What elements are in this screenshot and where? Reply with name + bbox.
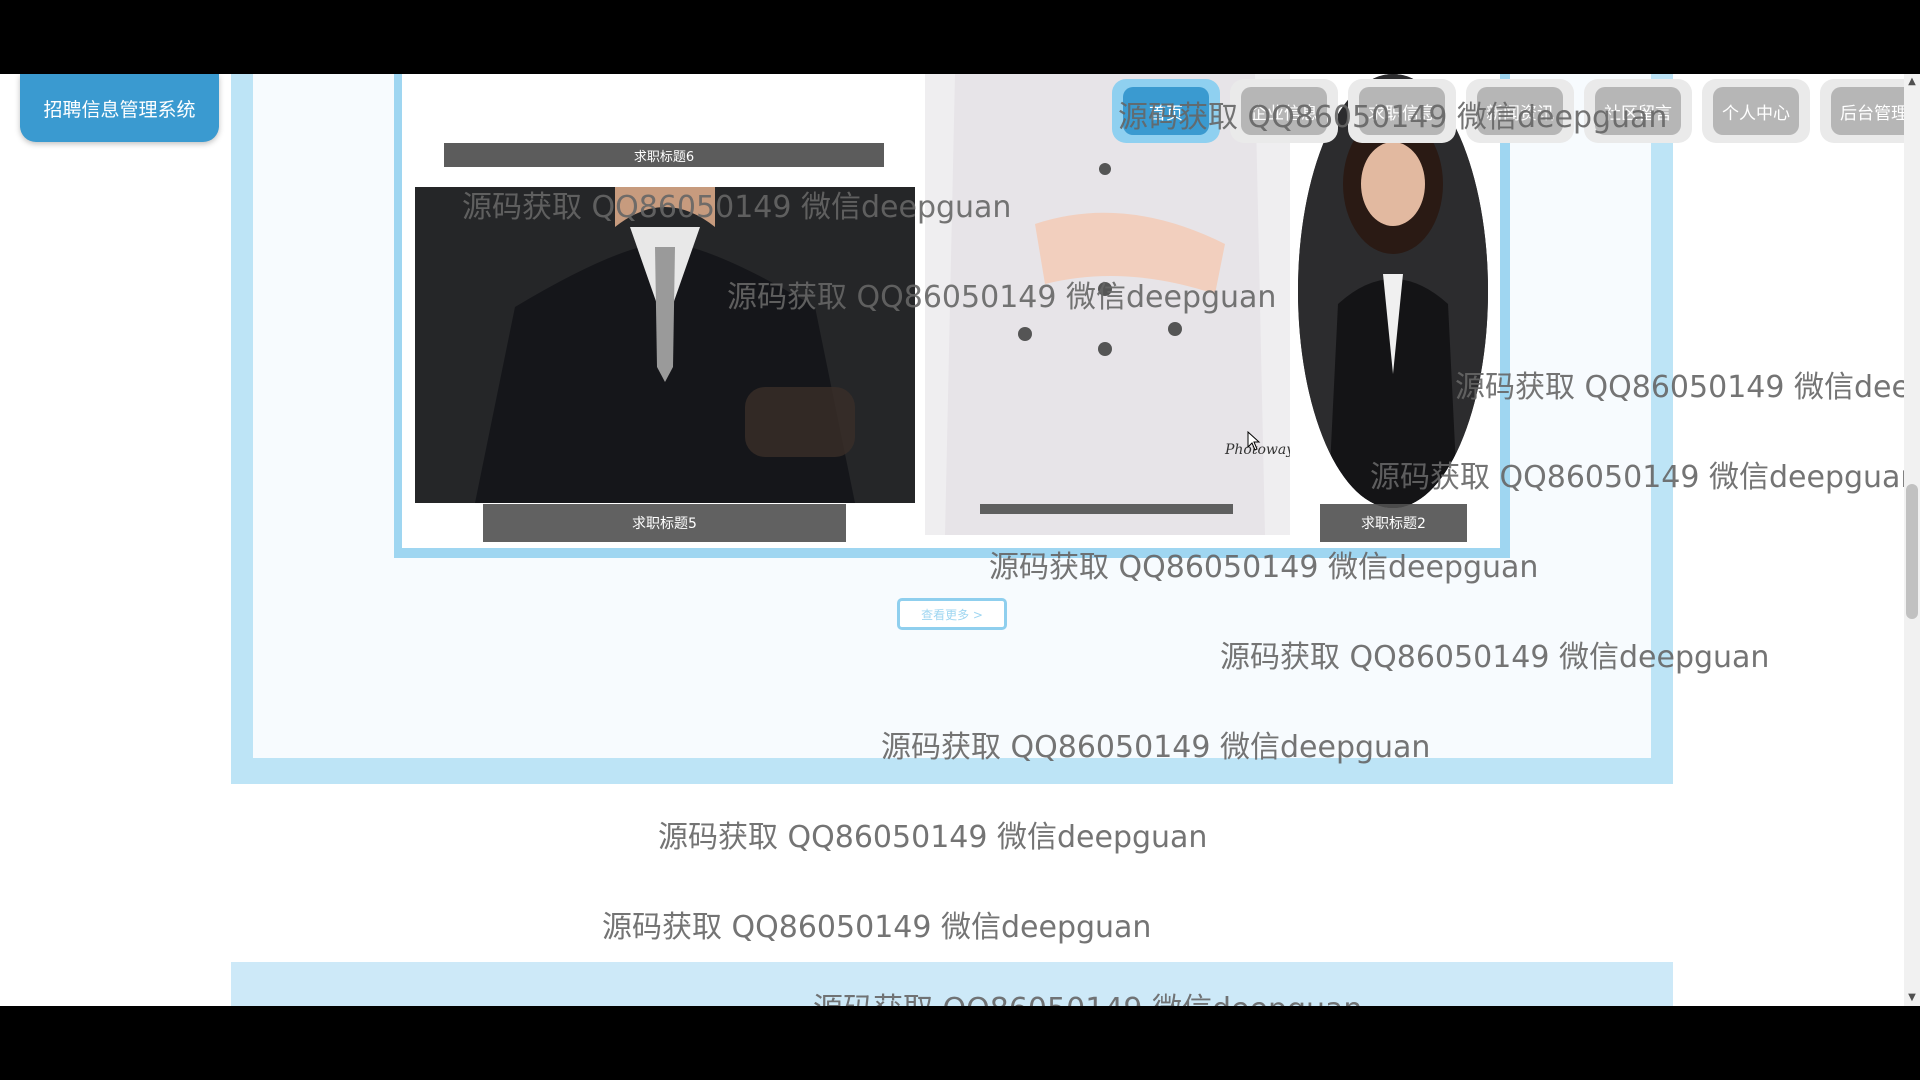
scroll-down-arrow-icon[interactable]: ▼ <box>1906 992 1918 1003</box>
view-more-button[interactable]: 查看更多 > <box>897 598 1007 630</box>
man-suit-image <box>415 187 915 503</box>
site-logo[interactable]: 招聘信息管理系统 <box>20 74 219 142</box>
scroll-up-arrow-icon[interactable]: ▲ <box>1906 76 1918 87</box>
card-title-bar[interactable] <box>980 504 1233 514</box>
watermark: 源码获取 QQ86050149 微信deepguan <box>602 910 1152 945</box>
scrollbar-thumb[interactable] <box>1906 484 1918 619</box>
card-title-6[interactable]: 求职标题6 <box>444 143 884 167</box>
card-title-2[interactable]: 求职标题2 <box>1320 504 1467 542</box>
watermark: 源码获取 QQ86050149 微信deepguan <box>1455 370 1920 405</box>
mouse-cursor-icon <box>1247 431 1261 451</box>
watermark: 源码获取 QQ86050149 微信deepguan <box>1118 100 1668 135</box>
watermark: 源码获取 QQ86050149 微信deepguan <box>1220 640 1770 675</box>
watermark: 源码获取 QQ86050149 微信deepguan <box>881 730 1431 765</box>
nav-label: 个人中心 <box>1713 87 1799 135</box>
watermark: 源码获取 QQ86050149 微信deepguan <box>462 190 1012 225</box>
nav-profile[interactable]: 个人中心 <box>1702 79 1810 143</box>
watermark: 源码获取 QQ86050149 微信deepguan <box>989 550 1539 585</box>
app-screen: Photoway 求职标题6 求职标题5 求职标题2 查看更多 > 招聘信息管理… <box>0 74 1920 1006</box>
card-title-5[interactable]: 求职标题5 <box>483 504 846 542</box>
watermark: 源码获取 QQ86050149 微信deepguan <box>813 984 1362 1006</box>
watermark: 源码获取 QQ86050149 微信deepguan <box>658 820 1208 855</box>
photo-man-in-suit[interactable] <box>415 187 915 503</box>
watermark: 源码获取 QQ86050149 微信deepguan <box>727 280 1277 315</box>
watermark: 源码获取 QQ86050149 微信deepguan <box>1370 460 1920 495</box>
